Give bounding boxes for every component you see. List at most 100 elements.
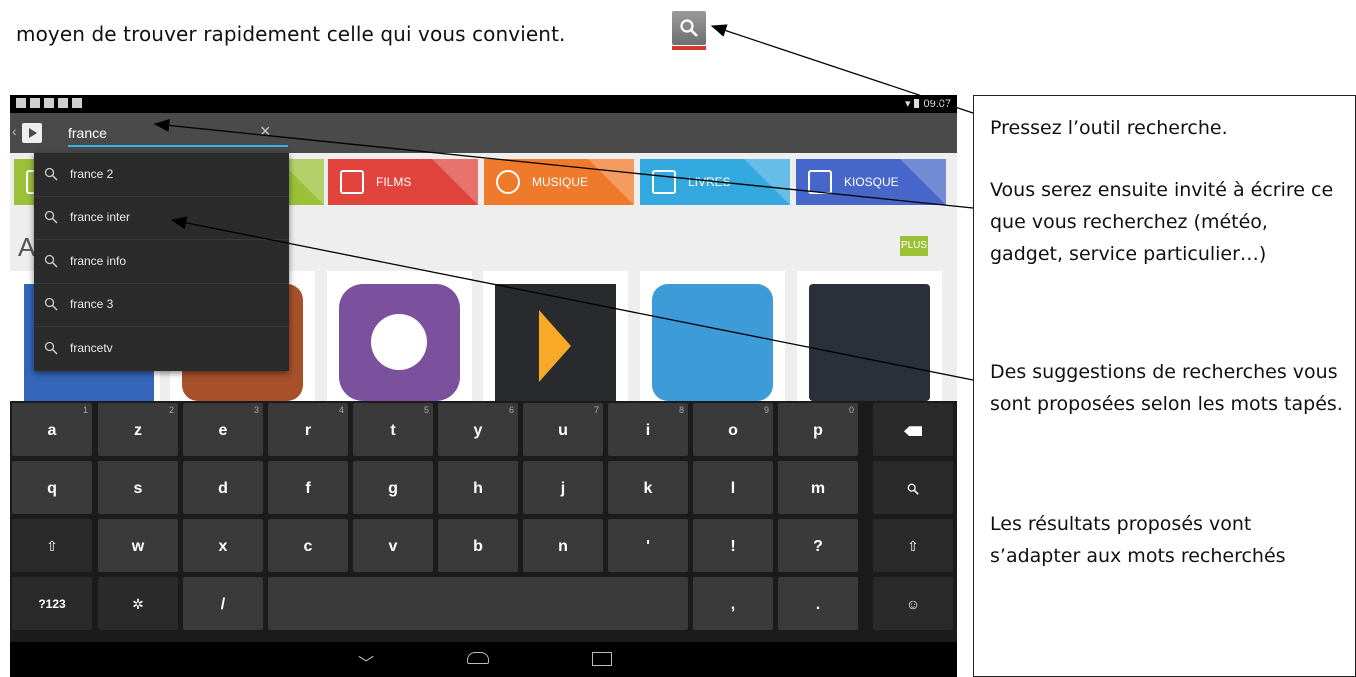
nav-home-icon[interactable] [467,652,489,664]
status-bar: ▾ 09:07 [10,95,957,113]
key-q[interactable]: q [12,461,92,514]
store-notification-icon [58,98,68,108]
key-shift-left[interactable]: ⇧ [12,519,92,572]
key-label: m [810,480,826,497]
key-slash[interactable]: / [183,577,263,630]
key-number: 3 [253,405,259,415]
app-card-fifa[interactable] [797,271,942,401]
key-label: l [730,480,736,497]
key-x[interactable]: x [183,519,263,572]
tablet-screen: ▾ 09:07 ‹ × FILMS MUSIQUE LIVRES [10,95,957,677]
search-icon [907,483,919,495]
tile-musique[interactable]: MUSIQUE [484,159,634,205]
key-u[interactable]: u7 [523,403,603,456]
app-card-viber[interactable] [327,271,472,401]
key-k[interactable]: k [608,461,688,514]
app-card-plex[interactable] [483,271,628,401]
key-backspace[interactable] [873,403,953,456]
key-question[interactable]: ? [778,519,858,572]
explanation-callout: Pressez l’outil recherche. Vous serez en… [973,95,1356,677]
key-l[interactable]: l [693,461,773,514]
key-number: 0 [848,405,854,415]
key-label: h [473,480,483,497]
callout-step-4: Les résultats proposés vont s’adapter au… [990,513,1286,567]
key-label: k [643,480,653,497]
key-n[interactable]: n [523,519,603,572]
suggestion-item[interactable]: france 3 [34,283,289,327]
key-e[interactable]: e3 [183,403,263,456]
gmail-icon [30,98,40,108]
key-j[interactable]: j [523,461,603,514]
key-label: ? [813,538,823,555]
app-card-boom[interactable] [640,271,785,401]
key-label: z [134,422,142,439]
close-icon[interactable]: × [260,121,271,142]
key-label: i [645,422,651,439]
key-shift-right[interactable]: ⇧ [873,519,953,572]
key-s[interactable]: s [98,461,178,514]
status-time: 09:07 [923,97,951,110]
key-i[interactable]: i8 [608,403,688,456]
callout-step-1: Pressez l’outil recherche. [990,117,1228,139]
key-r[interactable]: r4 [268,403,348,456]
nav-back-icon[interactable]: ﹀ [358,650,374,674]
phone-icon [371,314,427,370]
key-exclamation[interactable]: ! [693,519,773,572]
suggestion-item[interactable]: france 2 [34,153,289,197]
key-label: a [47,422,57,439]
key-emoji[interactable]: ☺ [873,577,953,630]
key-h[interactable]: h [438,461,518,514]
tile-films[interactable]: FILMS [328,159,478,205]
key-settings[interactable]: ✲ [98,577,178,630]
search-input[interactable] [68,121,288,147]
key-g[interactable]: g [353,461,433,514]
callout-step-2: Vous serez ensuite invité à écrire ce qu… [990,179,1334,265]
document-intro-text: moyen de trouver rapidement celle qui vo… [16,22,566,46]
suggestion-item[interactable]: francetv [34,327,289,370]
plus-button[interactable]: PLUS [900,236,928,256]
notification-icons [16,98,82,108]
tile-kiosque[interactable]: KIOSQUE [796,159,946,205]
key-o[interactable]: o9 [693,403,773,456]
search-icon [44,341,58,355]
key-f[interactable]: f [268,461,348,514]
search-icon [44,254,58,268]
key-label: b [473,538,483,555]
key-space[interactable] [268,577,688,630]
key-y[interactable]: y6 [438,403,518,456]
key-c[interactable]: c [268,519,348,572]
key-b[interactable]: b [438,519,518,572]
key-z[interactable]: z2 [98,403,178,456]
key-comma[interactable]: , [693,577,773,630]
key-label: j [560,480,566,497]
suggestion-item[interactable]: france inter [34,196,289,240]
tile-musique-label: MUSIQUE [532,175,589,189]
play-store-icon[interactable] [22,123,42,143]
key-apostrophe[interactable]: ' [608,519,688,572]
key-m[interactable]: m [778,461,858,514]
status-right: ▾ 09:07 [905,97,951,111]
nav-recents-icon[interactable] [592,652,612,666]
search-icon [44,167,58,181]
key-label: s [133,480,143,497]
plex-app-icon [495,284,616,401]
key-number: 6 [508,405,514,415]
key-d[interactable]: d [183,461,263,514]
key-label: x [218,538,228,555]
key-symbols[interactable]: ?123 [12,577,92,630]
key-search[interactable] [873,461,953,514]
key-label: g [388,480,398,497]
key-label: / [220,596,226,613]
key-v[interactable]: v [353,519,433,572]
shift-icon: ⇧ [907,538,919,554]
key-p[interactable]: p0 [778,403,858,456]
suggestion-item[interactable]: france info [34,240,289,284]
back-chevron-icon[interactable]: ‹ [12,123,17,139]
key-w[interactable]: w [98,519,178,572]
key-t[interactable]: t5 [353,403,433,456]
key-label: w [131,538,145,555]
tile-livres[interactable]: LIVRES [640,159,790,205]
key-a[interactable]: a1 [12,403,92,456]
shift-icon: ⇧ [46,538,58,554]
key-period[interactable]: . [778,577,858,630]
